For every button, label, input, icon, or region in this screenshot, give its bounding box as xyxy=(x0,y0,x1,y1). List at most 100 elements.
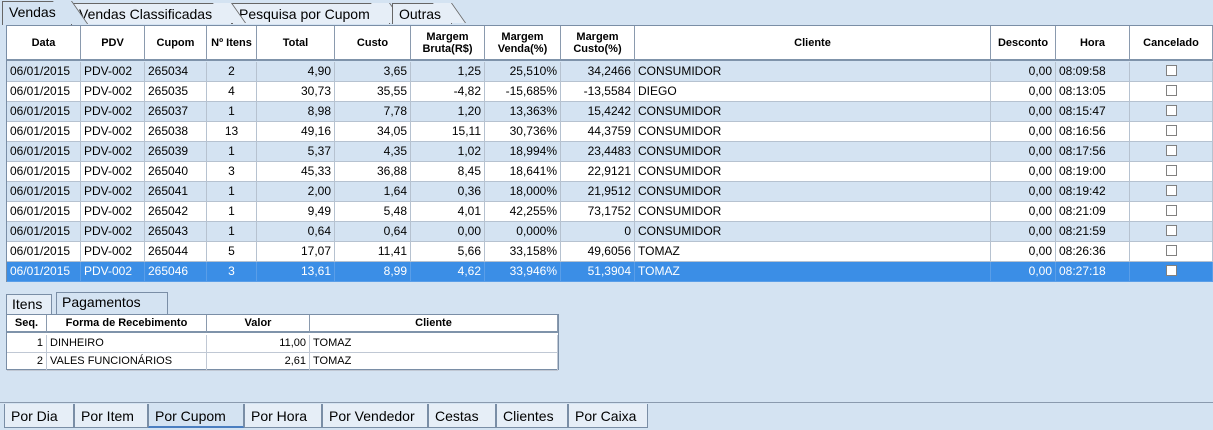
column-header-pdv[interactable]: PDV xyxy=(81,26,145,61)
cell-mcusto[interactable]: 49,6056 xyxy=(561,242,635,262)
tab-outras[interactable]: Outras xyxy=(392,3,452,24)
cell-desconto[interactable]: 0,00 xyxy=(991,242,1056,262)
cell-cliente[interactable]: CONSUMIDOR xyxy=(635,122,991,142)
cancelado-checkbox[interactable] xyxy=(1165,125,1177,137)
tab-por-cupom[interactable]: Por Cupom xyxy=(148,404,244,428)
tab-clientes[interactable]: Clientes xyxy=(496,404,568,428)
cell-cancelado[interactable] xyxy=(1130,62,1213,82)
cell-cancelado[interactable] xyxy=(1130,202,1213,222)
cell-cancelado[interactable] xyxy=(1130,262,1213,282)
cell-data[interactable]: 06/01/2015 xyxy=(7,142,81,162)
cell-custo[interactable]: 7,78 xyxy=(335,102,411,122)
tab-pagamentos[interactable]: Pagamentos xyxy=(56,292,168,314)
cell-desconto[interactable]: 0,00 xyxy=(991,82,1056,102)
cell-custo[interactable]: 0,64 xyxy=(335,222,411,242)
tab-itens[interactable]: Itens xyxy=(6,294,52,314)
column-header-mbruta[interactable]: Margem Bruta(R$) xyxy=(411,26,485,61)
tab-por-vendedor[interactable]: Por Vendedor xyxy=(322,404,428,428)
cell-cliente[interactable]: CONSUMIDOR xyxy=(635,62,991,82)
cell-data[interactable]: 06/01/2015 xyxy=(7,102,81,122)
cell-mcusto[interactable]: 44,3759 xyxy=(561,122,635,142)
cell-pdv[interactable]: PDV-002 xyxy=(81,222,145,242)
cell-mcusto[interactable]: 51,3904 xyxy=(561,262,635,282)
cell-desconto[interactable]: 0,00 xyxy=(991,262,1056,282)
cell-custo[interactable]: 34,05 xyxy=(335,122,411,142)
payment-cliente[interactable]: TOMAZ xyxy=(310,353,558,371)
cell-mbruta[interactable]: 1,25 xyxy=(411,62,485,82)
cell-cancelado[interactable] xyxy=(1130,242,1213,262)
tab-vendas-classificadas[interactable]: Vendas Classificadas xyxy=(72,3,232,24)
cell-mcusto[interactable]: 22,9121 xyxy=(561,162,635,182)
cell-mcusto[interactable]: -13,5584 xyxy=(561,82,635,102)
cell-cliente[interactable]: CONSUMIDOR xyxy=(635,142,991,162)
cell-pdv[interactable]: PDV-002 xyxy=(81,62,145,82)
table-row[interactable]: 06/01/2015 PDV-002 265046 3 13,61 8,99 4,62 33,… xyxy=(7,262,1213,282)
cell-hora[interactable]: 08:13:05 xyxy=(1056,82,1130,102)
column-header-cancel[interactable]: Cancelado xyxy=(1130,26,1213,61)
cell-pdv[interactable]: PDV-002 xyxy=(81,182,145,202)
cell-mbruta[interactable]: 0,00 xyxy=(411,222,485,242)
cell-cliente[interactable]: TOMAZ xyxy=(635,262,991,282)
cell-custo[interactable]: 1,64 xyxy=(335,182,411,202)
cancelado-checkbox[interactable] xyxy=(1165,245,1177,257)
cancelado-checkbox[interactable] xyxy=(1165,165,1177,177)
cell-desconto[interactable]: 0,00 xyxy=(991,122,1056,142)
cell-data[interactable]: 06/01/2015 xyxy=(7,222,81,242)
cell-mbruta[interactable]: 1,02 xyxy=(411,142,485,162)
cell-itens[interactable]: 3 xyxy=(207,262,257,282)
cell-cupom[interactable]: 265043 xyxy=(145,222,207,242)
cell-mbruta[interactable]: 4,01 xyxy=(411,202,485,222)
cell-custo[interactable]: 8,99 xyxy=(335,262,411,282)
cell-mvenda[interactable]: 33,946% xyxy=(485,262,561,282)
cell-total[interactable]: 49,16 xyxy=(257,122,335,142)
cell-cupom[interactable]: 265038 xyxy=(145,122,207,142)
cell-total[interactable]: 5,37 xyxy=(257,142,335,162)
cancelado-checkbox[interactable] xyxy=(1165,265,1177,277)
cell-cupom[interactable]: 265044 xyxy=(145,242,207,262)
table-row[interactable]: 06/01/2015 PDV-002 265043 1 0,64 0,64 0,00 0,00… xyxy=(7,222,1213,242)
cell-cupom[interactable]: 265037 xyxy=(145,102,207,122)
cell-data[interactable]: 06/01/2015 xyxy=(7,262,81,282)
cell-mvenda[interactable]: 18,994% xyxy=(485,142,561,162)
cell-pdv[interactable]: PDV-002 xyxy=(81,242,145,262)
tab-por-hora[interactable]: Por Hora xyxy=(244,404,322,428)
payment-seq[interactable]: 1 xyxy=(7,335,47,353)
table-row[interactable]: 06/01/2015 PDV-002 265034 2 4,90 3,65 1,25 25,5… xyxy=(7,62,1213,82)
tab-vendas[interactable]: Vendas xyxy=(2,1,72,25)
cell-mvenda[interactable]: -15,685% xyxy=(485,82,561,102)
table-row[interactable]: 06/01/2015 PDV-002 265035 4 30,73 35,55 -4,82-… xyxy=(7,82,1213,102)
cell-hora[interactable]: 08:16:56 xyxy=(1056,122,1130,142)
cell-cliente[interactable]: CONSUMIDOR xyxy=(635,202,991,222)
cell-mbruta[interactable]: 1,20 xyxy=(411,102,485,122)
cell-pdv[interactable]: PDV-002 xyxy=(81,82,145,102)
cell-total[interactable]: 0,64 xyxy=(257,222,335,242)
cell-custo[interactable]: 5,48 xyxy=(335,202,411,222)
payment-seq[interactable]: 2 xyxy=(7,353,47,371)
cell-desconto[interactable]: 0,00 xyxy=(991,182,1056,202)
payment-cliente[interactable]: TOMAZ xyxy=(310,335,558,353)
sales-grid[interactable]: Data PDV Cupom Nº Itens Total Custo Margem Bru… xyxy=(6,25,1213,282)
tab-por-item[interactable]: Por Item xyxy=(74,404,148,428)
cell-cupom[interactable]: 265042 xyxy=(145,202,207,222)
cell-cancelado[interactable] xyxy=(1130,142,1213,162)
cell-hora[interactable]: 08:19:00 xyxy=(1056,162,1130,182)
cell-desconto[interactable]: 0,00 xyxy=(991,142,1056,162)
cell-cupom[interactable]: 265039 xyxy=(145,142,207,162)
cell-cliente[interactable]: CONSUMIDOR xyxy=(635,102,991,122)
cell-itens[interactable]: 2 xyxy=(207,62,257,82)
cell-custo[interactable]: 11,41 xyxy=(335,242,411,262)
cell-mcusto[interactable]: 21,9512 xyxy=(561,182,635,202)
cell-mbruta[interactable]: -4,82 xyxy=(411,82,485,102)
table-row[interactable]: 06/01/2015 PDV-002 265038 13 49,16 34,05 15,11… xyxy=(7,122,1213,142)
cell-total[interactable]: 4,90 xyxy=(257,62,335,82)
cell-mbruta[interactable]: 5,66 xyxy=(411,242,485,262)
payments-table[interactable]: Seq. Forma de Recebimento Valor Cliente … xyxy=(6,314,559,371)
cell-pdv[interactable]: PDV-002 xyxy=(81,102,145,122)
cell-cancelado[interactable] xyxy=(1130,102,1213,122)
cell-mvenda[interactable]: 25,510% xyxy=(485,62,561,82)
cell-hora[interactable]: 08:26:36 xyxy=(1056,242,1130,262)
cell-data[interactable]: 06/01/2015 xyxy=(7,182,81,202)
cell-mcusto[interactable]: 23,4483 xyxy=(561,142,635,162)
column-header-mcusto[interactable]: Margem Custo(%) xyxy=(561,26,635,61)
cell-desconto[interactable]: 0,00 xyxy=(991,62,1056,82)
